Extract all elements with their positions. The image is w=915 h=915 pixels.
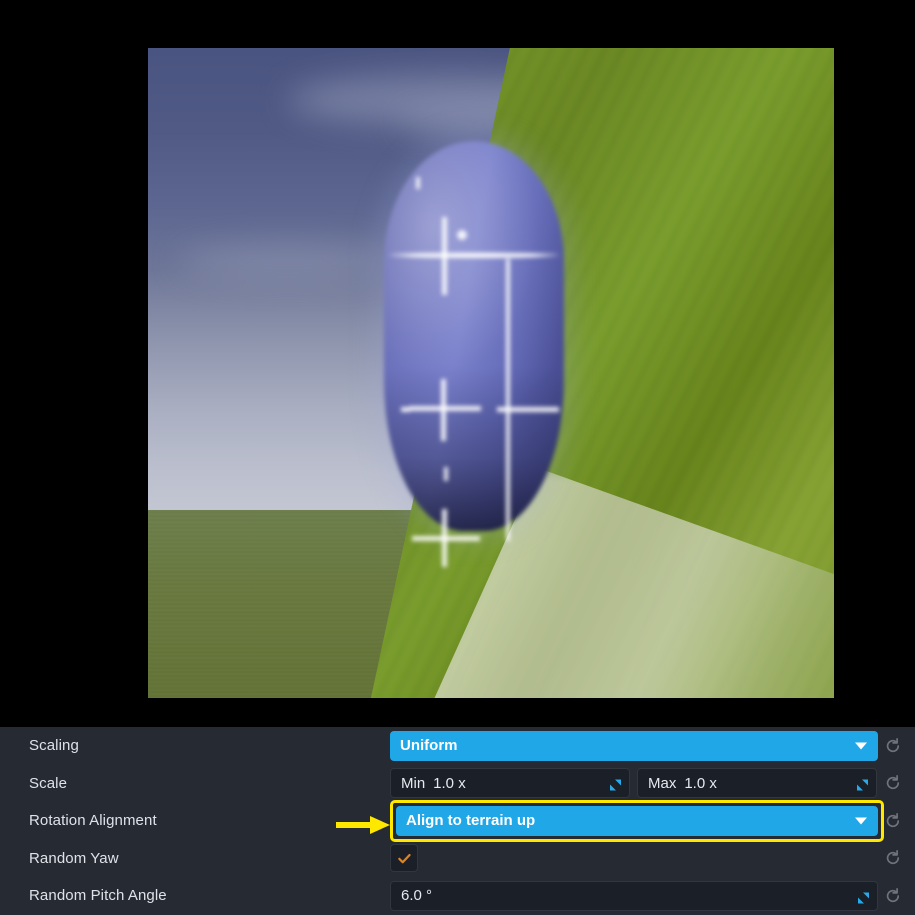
scale-min-input[interactable]: Min 1.0 x: [390, 768, 630, 799]
reset-arrow-icon-rotation-alignment[interactable]: [884, 812, 902, 830]
property-field-rotation-alignment: Align to terrain up: [390, 799, 915, 842]
capsule-wireframe-dot: [416, 177, 420, 189]
app-root: Scaling Uniform Scale Min 1.0 x Max 1.0 …: [0, 0, 915, 915]
property-row-random-pitch-angle: Random Pitch Angle 6.0 °: [0, 877, 915, 915]
chevron-down-icon: [855, 742, 867, 750]
check-icon: [397, 853, 411, 864]
capsule-wireframe-tick: [409, 406, 481, 411]
capsule-wireframe-ring: [388, 253, 560, 258]
capsule-wireframe-seam: [506, 259, 510, 541]
drag-slider-icon-max[interactable]: [857, 778, 868, 791]
property-label-scaling: Scaling: [29, 737, 79, 755]
chevron-down-icon: [855, 817, 867, 825]
random-yaw-checkbox[interactable]: [390, 844, 418, 873]
drag-slider-icon-pitch[interactable]: [858, 890, 869, 904]
reset-arrow-icon-scaling[interactable]: [884, 737, 902, 755]
property-row-random-yaw: Random Yaw: [0, 840, 915, 878]
drag-slider-icon-min[interactable]: [610, 778, 621, 791]
random-pitch-angle-input[interactable]: 6.0 °: [390, 880, 878, 911]
capsule-actor[interactable]: [384, 141, 564, 567]
property-field-random-yaw: [390, 840, 915, 878]
rotation-alignment-highlight-box: Align to terrain up: [390, 799, 884, 842]
capsule-wireframe-tick: [412, 536, 480, 541]
property-label-random-yaw: Random Yaw: [29, 849, 119, 867]
scale-max-prefix: Max: [648, 774, 677, 792]
scale-min-prefix: Min: [401, 774, 426, 792]
reset-arrow-icon-scale[interactable]: [884, 774, 902, 792]
reset-arrow-icon-random-yaw[interactable]: [884, 849, 902, 867]
property-row-rotation-alignment: Rotation Alignment Align to terrain up: [0, 799, 915, 842]
3d-preview-viewport[interactable]: [148, 48, 834, 698]
property-label-rotation-alignment: Rotation Alignment: [29, 812, 157, 830]
property-label-scale: Scale: [29, 774, 68, 792]
random-pitch-angle-value: 6.0 °: [401, 887, 433, 905]
capsule-wireframe-tick: [497, 407, 559, 412]
rotation-alignment-dropdown[interactable]: Align to terrain up: [396, 805, 878, 836]
property-field-scale: Min 1.0 x Max 1.0 x: [390, 765, 915, 803]
rotation-alignment-dropdown-value: Align to terrain up: [406, 812, 536, 830]
scale-max-value: 1.0 x: [684, 774, 717, 792]
scaling-dropdown-value: Uniform: [400, 737, 458, 755]
property-field-scaling: Uniform: [390, 727, 915, 765]
capsule-wireframe-dot: [401, 407, 410, 412]
property-row-scale: Scale Min 1.0 x Max 1.0 x: [0, 765, 915, 803]
capsule-wireframe-dot: [457, 230, 467, 240]
scale-max-input[interactable]: Max 1.0 x: [637, 768, 877, 799]
reset-arrow-icon-random-pitch-angle[interactable]: [884, 887, 902, 905]
property-field-random-pitch-angle: 6.0 °: [390, 877, 915, 915]
scaling-dropdown[interactable]: Uniform: [390, 730, 878, 761]
property-row-scaling: Scaling Uniform: [0, 727, 915, 765]
property-panel: Scaling Uniform Scale Min 1.0 x Max 1.0 …: [0, 727, 915, 915]
cloud-wisp: [178, 244, 398, 278]
capsule-wireframe-dot: [444, 467, 448, 481]
scale-min-value: 1.0 x: [433, 774, 466, 792]
property-label-random-pitch-angle: Random Pitch Angle: [29, 887, 167, 905]
capsule-wireframe-tick: [442, 217, 447, 295]
